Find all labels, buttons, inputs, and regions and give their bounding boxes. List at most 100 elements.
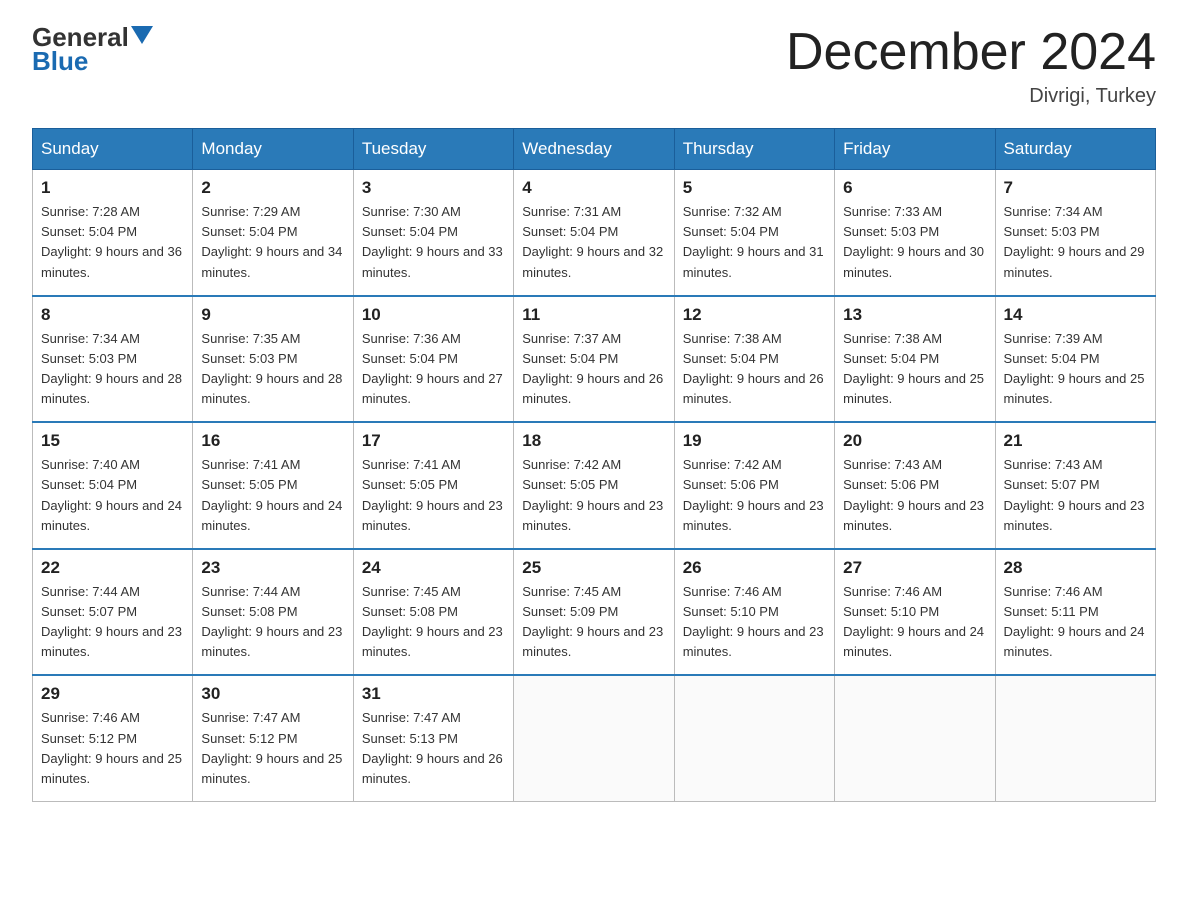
day-number: 14 — [1004, 305, 1147, 325]
day-info: Sunrise: 7:46 AM Sunset: 5:10 PM Dayligh… — [843, 582, 986, 663]
day-number: 7 — [1004, 178, 1147, 198]
day-number: 3 — [362, 178, 505, 198]
day-number: 15 — [41, 431, 184, 451]
page-header: General Blue December 2024 Divrigi, Turk… — [32, 24, 1156, 108]
day-info: Sunrise: 7:42 AM Sunset: 5:06 PM Dayligh… — [683, 455, 826, 536]
day-number: 27 — [843, 558, 986, 578]
table-row: 4 Sunrise: 7:31 AM Sunset: 5:04 PM Dayli… — [514, 170, 674, 296]
calendar-table: Sunday Monday Tuesday Wednesday Thursday… — [32, 128, 1156, 802]
day-info: Sunrise: 7:43 AM Sunset: 5:06 PM Dayligh… — [843, 455, 986, 536]
day-number: 31 — [362, 684, 505, 704]
table-row: 12 Sunrise: 7:38 AM Sunset: 5:04 PM Dayl… — [674, 296, 834, 423]
day-info: Sunrise: 7:28 AM Sunset: 5:04 PM Dayligh… — [41, 202, 184, 283]
day-info: Sunrise: 7:41 AM Sunset: 5:05 PM Dayligh… — [362, 455, 505, 536]
day-number: 2 — [201, 178, 344, 198]
day-number: 8 — [41, 305, 184, 325]
table-row: 16 Sunrise: 7:41 AM Sunset: 5:05 PM Dayl… — [193, 422, 353, 549]
day-info: Sunrise: 7:34 AM Sunset: 5:03 PM Dayligh… — [41, 329, 184, 410]
day-number: 12 — [683, 305, 826, 325]
calendar-week-row: 22 Sunrise: 7:44 AM Sunset: 5:07 PM Dayl… — [33, 549, 1156, 676]
table-row: 22 Sunrise: 7:44 AM Sunset: 5:07 PM Dayl… — [33, 549, 193, 676]
day-info: Sunrise: 7:43 AM Sunset: 5:07 PM Dayligh… — [1004, 455, 1147, 536]
day-info: Sunrise: 7:38 AM Sunset: 5:04 PM Dayligh… — [683, 329, 826, 410]
table-row: 15 Sunrise: 7:40 AM Sunset: 5:04 PM Dayl… — [33, 422, 193, 549]
header-thursday: Thursday — [674, 129, 834, 170]
table-row: 21 Sunrise: 7:43 AM Sunset: 5:07 PM Dayl… — [995, 422, 1155, 549]
day-info: Sunrise: 7:31 AM Sunset: 5:04 PM Dayligh… — [522, 202, 665, 283]
day-info: Sunrise: 7:30 AM Sunset: 5:04 PM Dayligh… — [362, 202, 505, 283]
calendar-week-row: 1 Sunrise: 7:28 AM Sunset: 5:04 PM Dayli… — [33, 170, 1156, 296]
calendar-week-row: 8 Sunrise: 7:34 AM Sunset: 5:03 PM Dayli… — [33, 296, 1156, 423]
header-wednesday: Wednesday — [514, 129, 674, 170]
table-row: 11 Sunrise: 7:37 AM Sunset: 5:04 PM Dayl… — [514, 296, 674, 423]
day-info: Sunrise: 7:32 AM Sunset: 5:04 PM Dayligh… — [683, 202, 826, 283]
logo: General Blue — [32, 24, 153, 77]
day-info: Sunrise: 7:45 AM Sunset: 5:08 PM Dayligh… — [362, 582, 505, 663]
logo-blue: Blue — [32, 46, 88, 77]
table-row: 31 Sunrise: 7:47 AM Sunset: 5:13 PM Dayl… — [353, 675, 513, 801]
table-row: 28 Sunrise: 7:46 AM Sunset: 5:11 PM Dayl… — [995, 549, 1155, 676]
day-number: 21 — [1004, 431, 1147, 451]
table-row — [835, 675, 995, 801]
day-info: Sunrise: 7:46 AM Sunset: 5:12 PM Dayligh… — [41, 708, 184, 789]
day-number: 25 — [522, 558, 665, 578]
table-row: 25 Sunrise: 7:45 AM Sunset: 5:09 PM Dayl… — [514, 549, 674, 676]
table-row — [995, 675, 1155, 801]
table-row: 7 Sunrise: 7:34 AM Sunset: 5:03 PM Dayli… — [995, 170, 1155, 296]
table-row: 18 Sunrise: 7:42 AM Sunset: 5:05 PM Dayl… — [514, 422, 674, 549]
day-info: Sunrise: 7:38 AM Sunset: 5:04 PM Dayligh… — [843, 329, 986, 410]
table-row: 6 Sunrise: 7:33 AM Sunset: 5:03 PM Dayli… — [835, 170, 995, 296]
calendar-week-row: 29 Sunrise: 7:46 AM Sunset: 5:12 PM Dayl… — [33, 675, 1156, 801]
day-info: Sunrise: 7:35 AM Sunset: 5:03 PM Dayligh… — [201, 329, 344, 410]
day-info: Sunrise: 7:45 AM Sunset: 5:09 PM Dayligh… — [522, 582, 665, 663]
day-info: Sunrise: 7:44 AM Sunset: 5:07 PM Dayligh… — [41, 582, 184, 663]
day-number: 22 — [41, 558, 184, 578]
day-info: Sunrise: 7:47 AM Sunset: 5:12 PM Dayligh… — [201, 708, 344, 789]
day-number: 23 — [201, 558, 344, 578]
day-info: Sunrise: 7:47 AM Sunset: 5:13 PM Dayligh… — [362, 708, 505, 789]
day-number: 13 — [843, 305, 986, 325]
table-row — [514, 675, 674, 801]
table-row: 10 Sunrise: 7:36 AM Sunset: 5:04 PM Dayl… — [353, 296, 513, 423]
day-number: 4 — [522, 178, 665, 198]
day-number: 16 — [201, 431, 344, 451]
header-tuesday: Tuesday — [353, 129, 513, 170]
day-info: Sunrise: 7:42 AM Sunset: 5:05 PM Dayligh… — [522, 455, 665, 536]
day-number: 1 — [41, 178, 184, 198]
day-info: Sunrise: 7:33 AM Sunset: 5:03 PM Dayligh… — [843, 202, 986, 283]
day-number: 30 — [201, 684, 344, 704]
day-info: Sunrise: 7:29 AM Sunset: 5:04 PM Dayligh… — [201, 202, 344, 283]
table-row: 1 Sunrise: 7:28 AM Sunset: 5:04 PM Dayli… — [33, 170, 193, 296]
day-info: Sunrise: 7:46 AM Sunset: 5:11 PM Dayligh… — [1004, 582, 1147, 663]
day-number: 19 — [683, 431, 826, 451]
table-row: 17 Sunrise: 7:41 AM Sunset: 5:05 PM Dayl… — [353, 422, 513, 549]
day-number: 24 — [362, 558, 505, 578]
table-row: 20 Sunrise: 7:43 AM Sunset: 5:06 PM Dayl… — [835, 422, 995, 549]
table-row: 8 Sunrise: 7:34 AM Sunset: 5:03 PM Dayli… — [33, 296, 193, 423]
table-row: 23 Sunrise: 7:44 AM Sunset: 5:08 PM Dayl… — [193, 549, 353, 676]
table-row: 30 Sunrise: 7:47 AM Sunset: 5:12 PM Dayl… — [193, 675, 353, 801]
day-number: 5 — [683, 178, 826, 198]
table-row: 19 Sunrise: 7:42 AM Sunset: 5:06 PM Dayl… — [674, 422, 834, 549]
table-row: 13 Sunrise: 7:38 AM Sunset: 5:04 PM Dayl… — [835, 296, 995, 423]
month-title: December 2024 — [786, 24, 1156, 81]
day-number: 28 — [1004, 558, 1147, 578]
logo-triangle-icon — [131, 26, 153, 44]
table-row: 14 Sunrise: 7:39 AM Sunset: 5:04 PM Dayl… — [995, 296, 1155, 423]
table-row — [674, 675, 834, 801]
table-row: 24 Sunrise: 7:45 AM Sunset: 5:08 PM Dayl… — [353, 549, 513, 676]
calendar-week-row: 15 Sunrise: 7:40 AM Sunset: 5:04 PM Dayl… — [33, 422, 1156, 549]
day-number: 10 — [362, 305, 505, 325]
day-number: 11 — [522, 305, 665, 325]
day-info: Sunrise: 7:41 AM Sunset: 5:05 PM Dayligh… — [201, 455, 344, 536]
day-info: Sunrise: 7:39 AM Sunset: 5:04 PM Dayligh… — [1004, 329, 1147, 410]
day-number: 26 — [683, 558, 826, 578]
table-row: 5 Sunrise: 7:32 AM Sunset: 5:04 PM Dayli… — [674, 170, 834, 296]
day-number: 20 — [843, 431, 986, 451]
day-info: Sunrise: 7:44 AM Sunset: 5:08 PM Dayligh… — [201, 582, 344, 663]
day-number: 17 — [362, 431, 505, 451]
header-saturday: Saturday — [995, 129, 1155, 170]
day-number: 9 — [201, 305, 344, 325]
location: Divrigi, Turkey — [786, 85, 1156, 108]
day-info: Sunrise: 7:36 AM Sunset: 5:04 PM Dayligh… — [362, 329, 505, 410]
